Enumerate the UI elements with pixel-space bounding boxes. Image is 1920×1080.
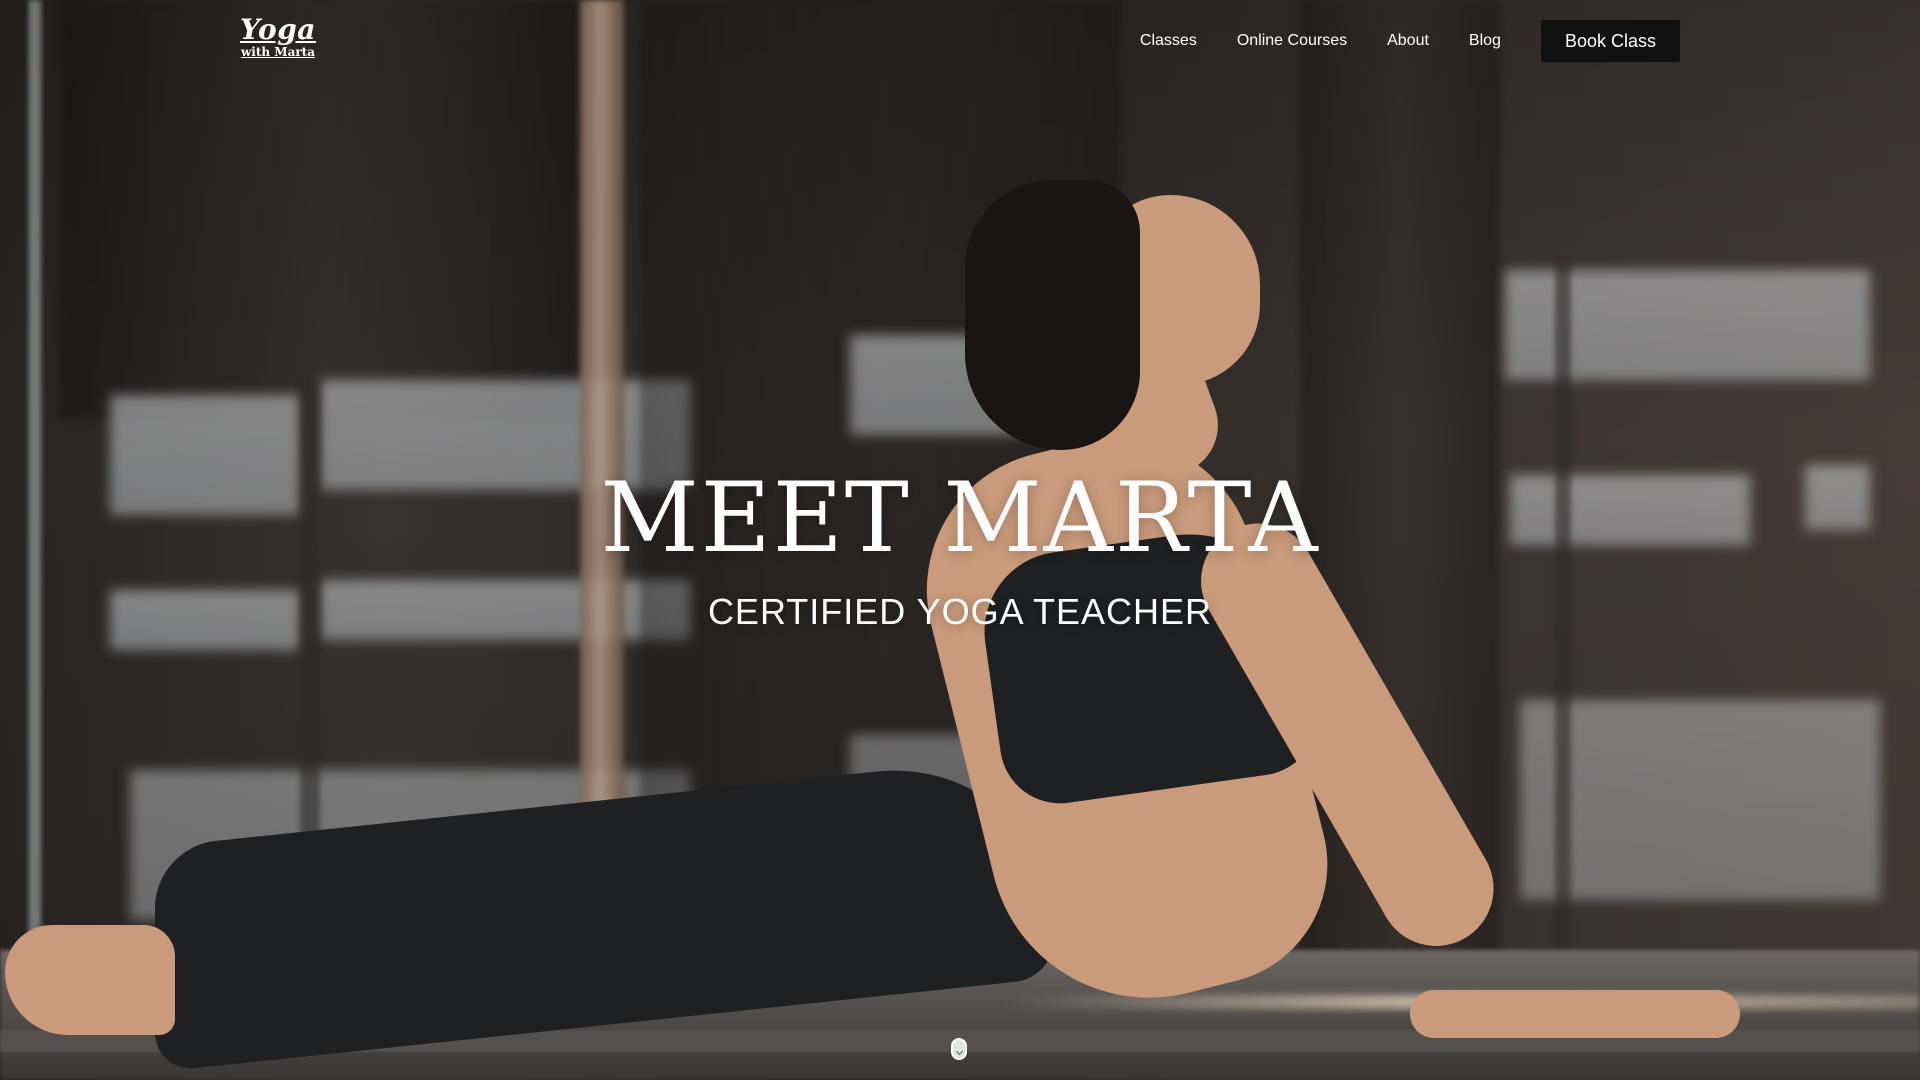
nav-item-about[interactable]: About bbox=[1387, 20, 1429, 62]
figure-hair bbox=[965, 180, 1140, 450]
figure-legs bbox=[155, 752, 1055, 1073]
logo-main-text: Yoga bbox=[240, 13, 316, 46]
hero-text-block: MEET MARTA CERTIFIED YOGA TEACHER bbox=[0, 470, 1920, 630]
hero-subtitle: CERTIFIED YOGA TEACHER bbox=[707, 591, 1213, 632]
figure-foot bbox=[5, 925, 175, 1035]
top-navigation: Yoga with Marta Classes Online Courses A… bbox=[0, 0, 1920, 82]
logo-sub-text: with Marta bbox=[240, 45, 315, 59]
site-logo[interactable]: Yoga with Marta bbox=[240, 13, 316, 59]
nav-item-online-courses[interactable]: Online Courses bbox=[1237, 20, 1347, 62]
nav-item-blog[interactable]: Blog bbox=[1469, 20, 1501, 62]
hero-title: MEET MARTA bbox=[600, 462, 1320, 574]
nav-item-classes[interactable]: Classes bbox=[1140, 20, 1197, 62]
hero-section: Yoga with Marta Classes Online Courses A… bbox=[0, 0, 1920, 1080]
scroll-down-icon[interactable] bbox=[951, 1038, 967, 1060]
figure-hand bbox=[1410, 990, 1740, 1038]
nav-menu: Classes Online Courses About Blog Book C… bbox=[1140, 20, 1680, 62]
book-class-button[interactable]: Book Class bbox=[1540, 20, 1680, 62]
